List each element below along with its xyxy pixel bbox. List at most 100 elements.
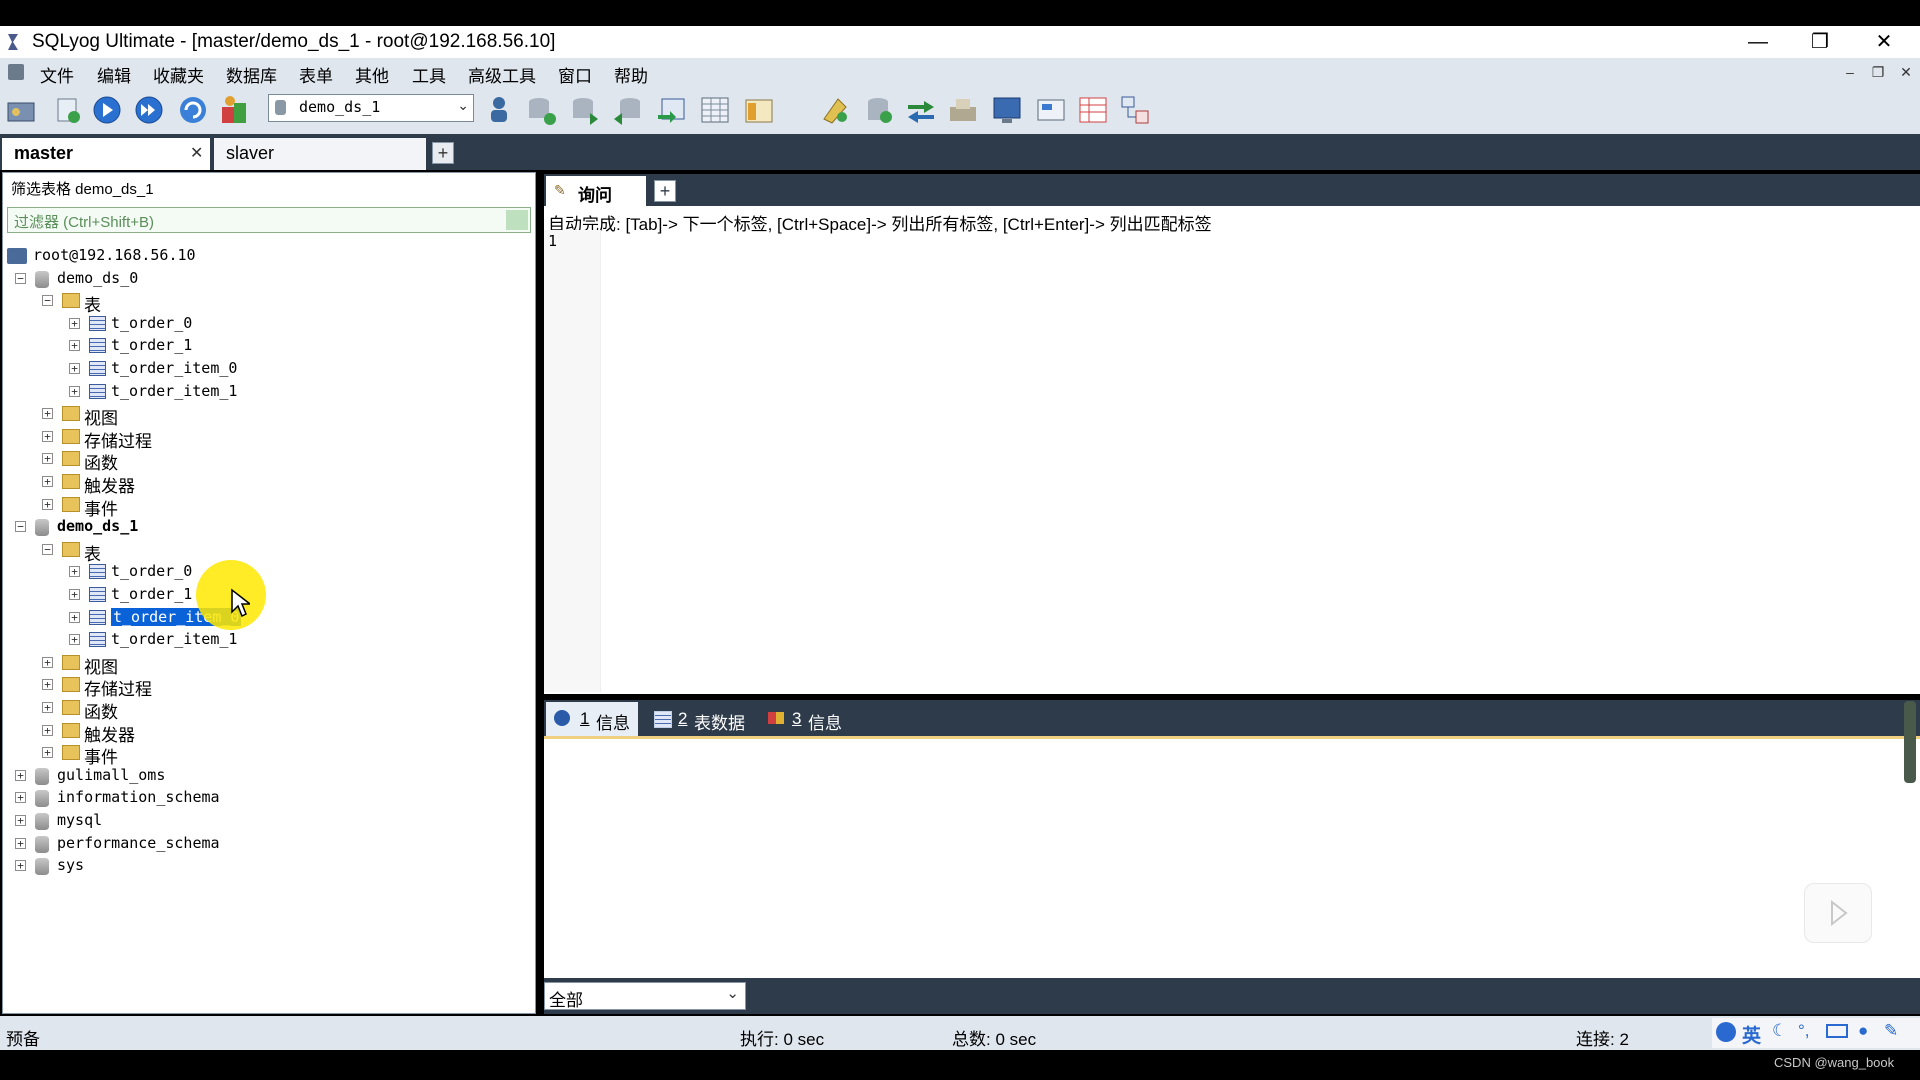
user-icon[interactable] — [482, 93, 516, 127]
expand-icon[interactable]: + — [15, 815, 26, 826]
tree-node[interactable]: + t_order_1 — [3, 335, 531, 357]
sql-editor-icon[interactable] — [1034, 93, 1068, 127]
import-table-icon[interactable] — [654, 93, 688, 127]
query-builder-icon[interactable] — [818, 93, 852, 127]
keyboard-icon[interactable] — [1826, 1024, 1848, 1038]
schema-diagram-icon[interactable] — [1118, 93, 1152, 127]
expand-icon[interactable]: + — [42, 702, 53, 713]
tree-node[interactable]: + 存储过程 — [3, 426, 531, 451]
tree-node[interactable]: + 函数 — [3, 448, 531, 473]
mdi-close-button[interactable]: ✕ — [1896, 63, 1916, 81]
schema-designer-icon[interactable] — [742, 93, 776, 127]
tree-node[interactable]: + 事件 — [3, 494, 531, 519]
menu-table[interactable]: 表单 — [299, 62, 333, 87]
tree-node[interactable]: + performance_schema — [3, 833, 531, 855]
tree-node[interactable]: + 事件 — [3, 742, 531, 767]
tree-node[interactable]: − 表 — [3, 290, 531, 315]
system-menu-icon[interactable] — [8, 64, 24, 80]
expand-icon[interactable]: + — [69, 363, 80, 374]
expand-icon[interactable]: + — [42, 408, 53, 420]
tree-node[interactable]: root@192.168.56.10 — [3, 245, 531, 267]
tree-node[interactable]: + mysql — [3, 810, 531, 832]
tree-node[interactable]: + 视图 — [3, 652, 531, 677]
create-database-icon[interactable] — [524, 93, 558, 127]
expand-icon[interactable]: + — [69, 611, 80, 623]
results-filter-select[interactable]: 全部 ⌄ — [544, 982, 746, 1010]
menu-favorites[interactable]: 收藏夹 — [153, 62, 204, 87]
menu-window[interactable]: 窗口 — [558, 62, 592, 87]
collapse-icon[interactable]: − — [42, 543, 53, 555]
expand-icon[interactable]: + — [15, 837, 26, 849]
add-tab-button[interactable]: + — [432, 142, 454, 164]
tab-query[interactable]: ✎ 询问 — [546, 176, 646, 206]
expand-icon[interactable]: + — [15, 769, 26, 781]
expand-icon[interactable]: + — [42, 498, 53, 510]
query-editor[interactable] — [544, 174, 1920, 694]
minimize-button[interactable]: — — [1728, 26, 1788, 58]
table-diagnostics-icon[interactable] — [1076, 93, 1110, 127]
tree-node[interactable]: − 表 — [3, 539, 531, 564]
menu-advanced-tools[interactable]: 高级工具 — [468, 62, 536, 87]
user-manager-icon[interactable] — [218, 93, 252, 127]
execute-query-icon[interactable] — [90, 93, 124, 127]
tree-node[interactable]: + 视图 — [3, 403, 531, 428]
connect-icon[interactable] — [4, 93, 38, 127]
tree-node[interactable]: + t_order_1 — [3, 584, 531, 606]
expand-icon[interactable]: + — [69, 317, 80, 329]
expand-icon[interactable]: + — [69, 589, 80, 600]
menu-edit[interactable]: 编辑 — [97, 62, 131, 87]
expand-icon[interactable]: + — [69, 340, 80, 352]
expand-icon[interactable]: + — [42, 679, 53, 691]
tree-node[interactable]: − demo_ds_0 — [3, 268, 531, 290]
tree-node[interactable]: + 触发器 — [3, 471, 531, 496]
user-icon[interactable]: ● — [1858, 1021, 1868, 1041]
tree-node[interactable]: + t_order_item_1 — [3, 629, 531, 651]
data-sync-icon[interactable] — [904, 93, 938, 127]
scroll-handle[interactable] — [1904, 701, 1916, 783]
expand-icon[interactable]: + — [69, 634, 80, 646]
expand-icon[interactable]: + — [15, 792, 26, 804]
backup-database-icon[interactable] — [568, 93, 602, 127]
ime-language[interactable]: 英 — [1742, 1021, 1761, 1048]
expand-icon[interactable]: + — [69, 566, 80, 578]
mdi-minimize-button[interactable]: – — [1840, 63, 1860, 81]
restore-database-icon[interactable] — [610, 93, 644, 127]
expand-icon[interactable]: + — [42, 747, 53, 759]
menu-tools[interactable]: 工具 — [412, 62, 446, 87]
menu-help[interactable]: 帮助 — [614, 62, 648, 87]
wrench-icon[interactable]: ✎ — [1884, 1021, 1898, 1041]
expand-icon[interactable]: + — [42, 453, 53, 465]
collapse-icon[interactable]: − — [15, 521, 26, 533]
tree-node[interactable]: + 存储过程 — [3, 674, 531, 699]
tree-node[interactable]: + t_order_item_1 — [3, 381, 531, 403]
menu-other[interactable]: 其他 — [355, 62, 389, 87]
menu-database[interactable]: 数据库 — [226, 62, 277, 87]
collapse-icon[interactable]: − — [15, 272, 26, 284]
add-query-tab-button[interactable]: + — [654, 180, 676, 202]
table-filter-input[interactable]: 过滤器 (Ctrl+Shift+B) — [7, 207, 531, 233]
expand-icon[interactable]: + — [42, 656, 53, 668]
collapse-icon[interactable]: − — [42, 295, 53, 307]
new-connection-icon[interactable] — [50, 93, 84, 127]
tab-result-info[interactable]: 3 信息 — [764, 702, 854, 736]
tree-node[interactable]: + 触发器 — [3, 720, 531, 745]
results-panel[interactable] — [544, 701, 1920, 978]
close-button[interactable]: ✕ — [1854, 26, 1914, 58]
menu-file[interactable]: 文件 — [40, 62, 74, 87]
expand-icon[interactable]: + — [69, 385, 80, 397]
refresh-icon[interactable] — [176, 93, 210, 127]
punctuation-icon[interactable]: °, — [1798, 1021, 1810, 1041]
schema-sync-icon[interactable] — [946, 93, 980, 127]
tree-node[interactable]: + gulimall_oms — [3, 765, 531, 787]
expand-icon[interactable]: + — [15, 860, 26, 872]
execute-all-icon[interactable] — [132, 93, 166, 127]
video-play-overlay[interactable] — [1804, 883, 1872, 943]
tree-node[interactable]: + 函数 — [3, 697, 531, 722]
expand-icon[interactable]: + — [42, 430, 53, 442]
tree-node[interactable]: + sys — [3, 855, 531, 877]
ime-logo-icon[interactable] — [1716, 1022, 1736, 1042]
table-grid-icon[interactable] — [698, 93, 732, 127]
filter-clear-button[interactable] — [506, 210, 528, 230]
tab-slaver[interactable]: slaver — [214, 138, 426, 170]
tree-node[interactable]: − demo_ds_1 — [3, 516, 531, 538]
